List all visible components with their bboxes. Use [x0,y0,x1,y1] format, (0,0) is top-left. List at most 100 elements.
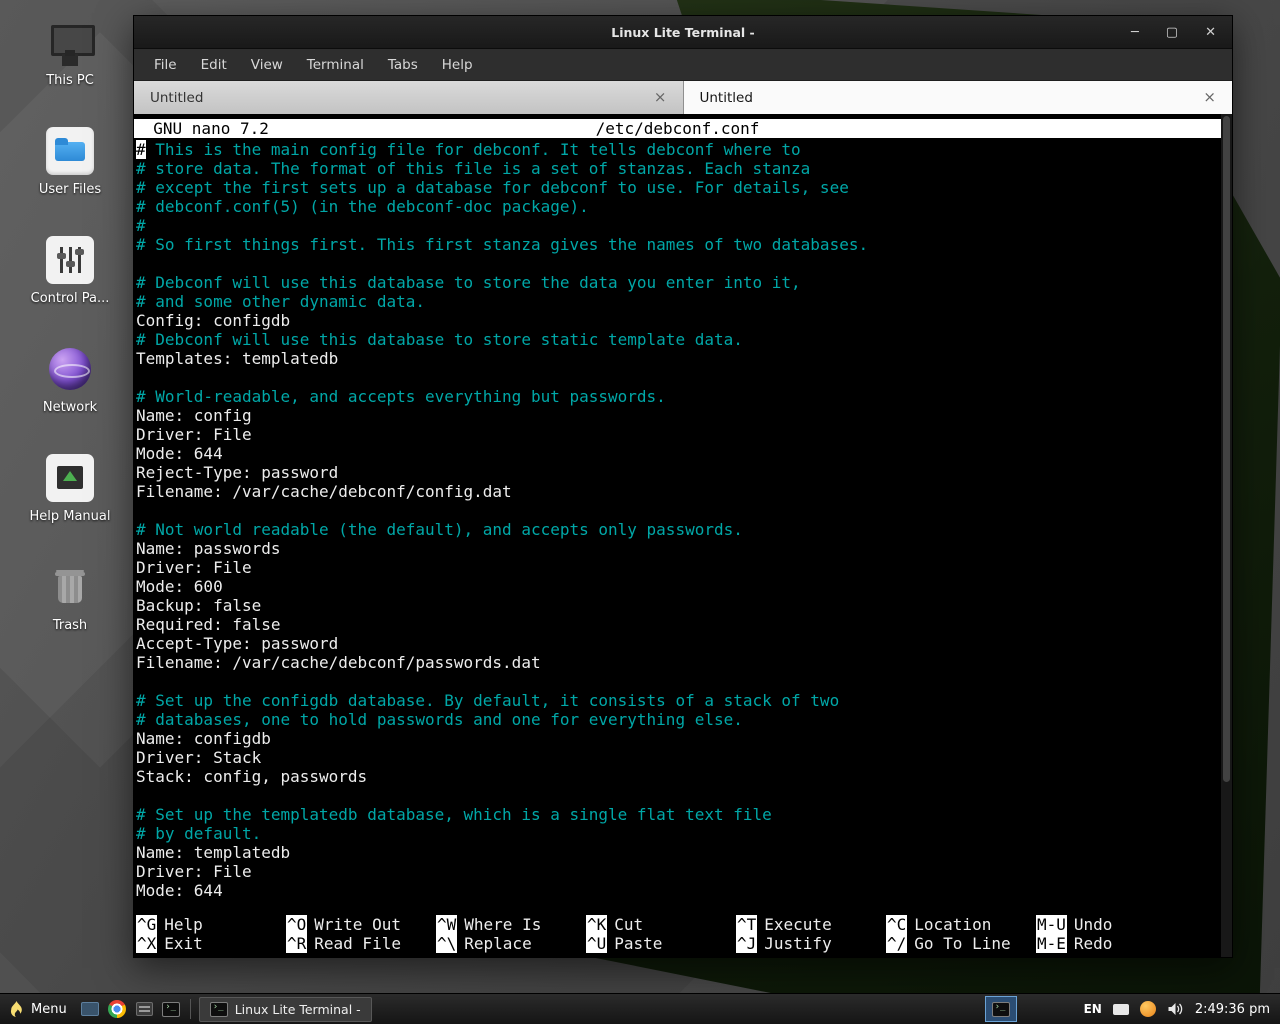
nano-line: # This is the main config file for debco… [136,140,1232,159]
shortcut-label: Go To Line [914,934,1010,953]
nano-line: Config: configdb [136,311,1232,330]
nano-line: Driver: File [136,862,1232,881]
desktop-icon-control-pa[interactable]: Control Pa... [22,236,118,306]
menu-edit[interactable]: Edit [189,52,239,78]
tab-label: Untitled [700,90,753,106]
shortcut-label: Paste [614,934,662,953]
volume-icon[interactable] [1167,1002,1184,1016]
system-tray: EN 2:49:36 pm [985,996,1280,1022]
nano-line: # except the first sets up a database fo… [136,178,1232,197]
nano-shortcut-help[interactable]: ^G Help [136,915,286,934]
desktop-icon-help-manual[interactable]: Help Manual [22,454,118,524]
menu-button-label: Menu [31,1002,67,1017]
keyboard-layout-icon[interactable] [1113,1004,1129,1015]
nano-shortcut-go-to-line[interactable]: ^/Go To Line [886,934,1036,953]
nano-line: # databases, one to hold passwords and o… [136,710,1232,729]
terminal-scrollbar[interactable] [1221,114,1232,957]
shortcut-label: Write Out [314,915,401,934]
launcher-chrome-icon[interactable] [104,996,131,1023]
launcher-terminal-icon[interactable] [158,996,185,1023]
nano-file-path: /etc/debconf.conf [134,119,1221,138]
shortcut-key: ^K [586,915,607,934]
nano-shortcut-location[interactable]: ^CLocation [886,915,1036,934]
nano-shortcut-justify[interactable]: ^JJustify [736,934,886,953]
nano-line: Driver: Stack [136,748,1232,767]
scrollbar-thumb[interactable] [1223,116,1230,782]
task-button-terminal[interactable]: Linux Lite Terminal - [199,997,372,1022]
terminal-window: Linux Lite Terminal - ─ ▢ ✕ FileEditViewTe… [133,15,1233,958]
terminal-screen[interactable]: GNU nano 7.2 /etc/debconf.conf # This is… [134,114,1232,957]
shortcut-key: ^U [586,934,607,953]
nano-line: # debconf.conf(5) (in the debconf-doc pa… [136,197,1232,216]
desktop-icon-network[interactable]: Network [22,345,118,415]
folder-icon [46,127,94,175]
shortcut-key: M-E [1036,934,1067,953]
terminal-tray-icon[interactable] [985,996,1017,1022]
nano-shortcut-read-file[interactable]: ^RRead File [286,934,436,953]
nano-line [136,501,1232,520]
nano-shortcut-cut[interactable]: ^KCut [586,915,736,934]
window-title: Linux Lite Terminal - [134,25,1232,40]
nano-line: Mode: 644 [136,881,1232,900]
menu-view[interactable]: View [239,52,295,78]
desktop-icon-label: Trash [53,618,87,633]
desktop-icon-label: Help Manual [29,509,110,524]
nano-line: Filename: /var/cache/debconf/passwords.d… [136,653,1232,672]
close-button[interactable]: ✕ [1205,16,1216,49]
launcher-file-manager-icon[interactable] [131,996,158,1023]
computer-icon [46,18,94,66]
desktop-icon-trash[interactable]: Trash [22,563,118,633]
nano-line: # Debconf will use this database to stor… [136,273,1232,292]
nano-line: Reject-Type: password [136,463,1232,482]
file-manager-icon [136,1002,153,1016]
desktop-icon-user-files[interactable]: User Files [22,127,118,197]
maximize-button[interactable]: ▢ [1166,16,1178,49]
trash-icon [46,563,94,611]
nano-line [136,672,1232,691]
menu-help[interactable]: Help [430,52,485,78]
nano-shortcut-undo[interactable]: M-UUndo [1036,915,1186,934]
menubar: FileEditViewTerminalTabsHelp [134,49,1232,81]
taskbar: Menu Linux Lite Terminal - EN 2:49:36 pm [0,993,1280,1024]
nano-shortcut-where-is[interactable]: ^WWhere Is [436,915,586,934]
menu-terminal[interactable]: Terminal [295,52,376,78]
tab-label: Untitled [150,90,203,106]
update-notifier-icon[interactable] [1140,1001,1156,1017]
chrome-icon [108,1000,126,1018]
nano-line: Driver: File [136,558,1232,577]
desktop-icon-label: User Files [39,182,101,197]
nano-shortcut-exit[interactable]: ^XExit [136,934,286,953]
shortcut-label: Exit [164,934,203,953]
nano-shortcut-replace[interactable]: ^\ Replace [436,934,586,953]
nano-line [136,786,1232,805]
menu-tabs[interactable]: Tabs [376,52,430,78]
tab-active[interactable]: Untitled × [684,81,1233,114]
tab-close-icon[interactable]: × [1203,90,1216,105]
nano-line: # Not world readable (the default), and … [136,520,1232,539]
shortcut-key: ^G [136,915,157,934]
nano-line: # store data. The format of this file is… [136,159,1232,178]
shortcut-label: Execute [764,915,831,934]
nano-shortcut-write-out[interactable]: ^OWrite Out [286,915,436,934]
display-icon [81,1002,99,1016]
tab-inactive[interactable]: Untitled × [134,81,684,114]
titlebar[interactable]: Linux Lite Terminal - ─ ▢ ✕ [134,16,1232,49]
menu-file[interactable]: File [142,52,189,78]
nano-shortcut-redo[interactable]: M-ERedo [1036,934,1186,953]
nano-shortcut-paste[interactable]: ^U Paste [586,934,736,953]
minimize-button[interactable]: ─ [1131,16,1139,49]
menu-button[interactable]: Menu [0,994,77,1024]
desktop-icon-this-pc[interactable]: This PC [22,18,118,88]
launcher-display-icon[interactable] [77,996,104,1023]
language-indicator[interactable]: EN [1084,1002,1102,1016]
nano-line: # Debconf will use this database to stor… [136,330,1232,349]
tab-close-icon[interactable]: × [654,90,667,105]
nano-line: Backup: false [136,596,1232,615]
nano-line: Filename: /var/cache/debconf/config.dat [136,482,1232,501]
nano-shortcut-execute[interactable]: ^TExecute [736,915,886,934]
shortcut-label: Replace [464,934,531,953]
shortcut-label: Help [164,915,203,934]
nano-line: Mode: 600 [136,577,1232,596]
shortcut-key: ^\ [436,934,457,953]
clock[interactable]: 2:49:36 pm [1195,1002,1270,1017]
